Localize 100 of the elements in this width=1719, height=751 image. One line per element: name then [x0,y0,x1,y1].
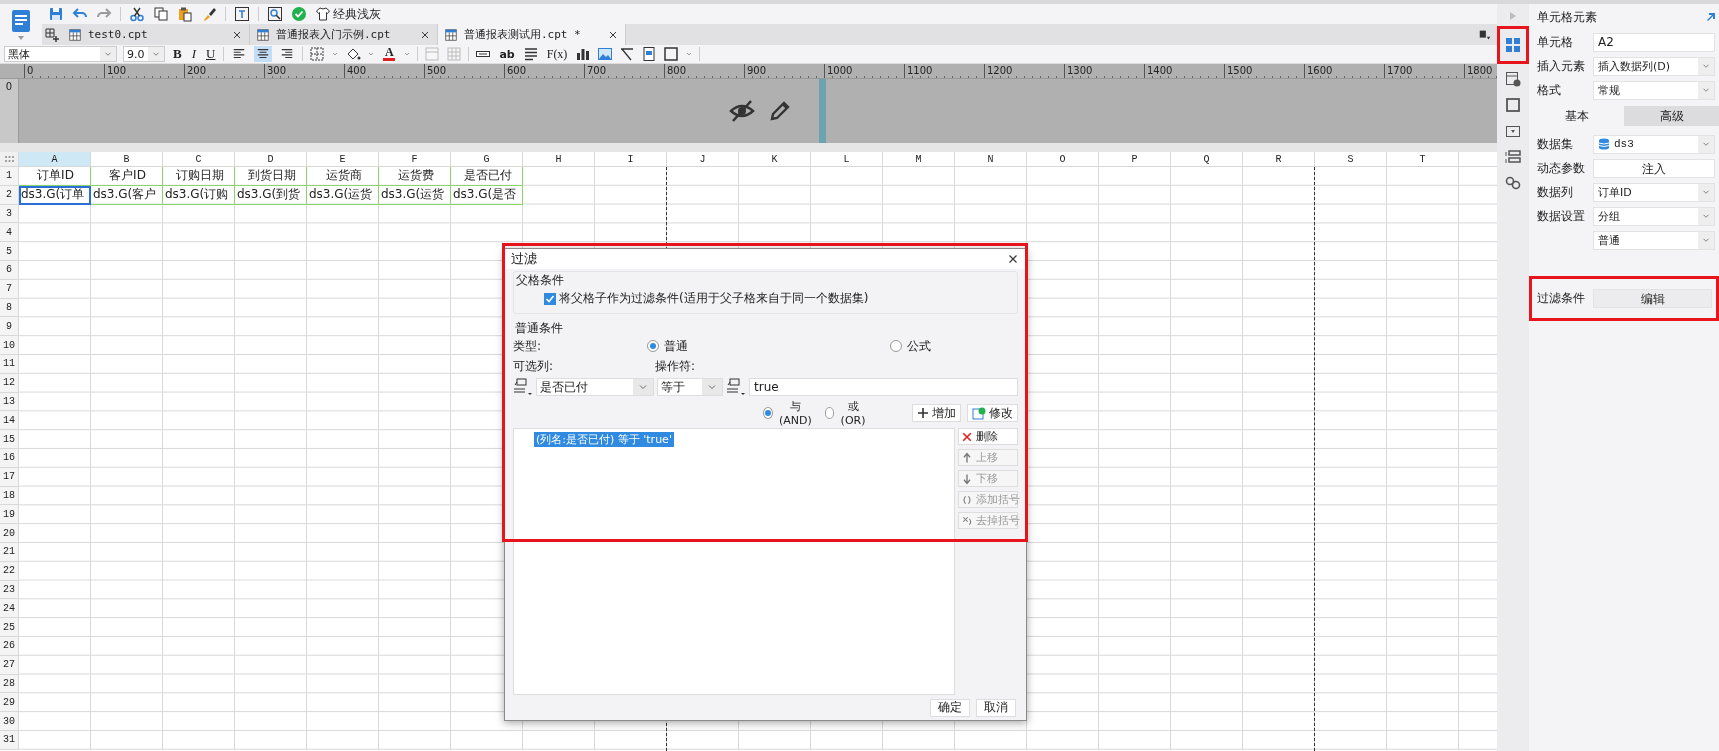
row-header[interactable]: 20 [0,524,19,543]
row-header[interactable]: 9 [0,317,19,337]
table-cell[interactable]: ds3.G(运货 [307,185,379,205]
row-header[interactable]: 5 [0,242,19,261]
table-cell[interactable]: 客户ID [91,167,163,186]
inject-button[interactable]: 注入 [1593,158,1715,178]
brush-button[interactable] [201,6,217,22]
corner-handle[interactable] [0,152,19,167]
cell-border-icon[interactable] [663,46,680,62]
tool-strip-button[interactable] [1502,148,1524,166]
save-button[interactable] [48,6,64,22]
text-button[interactable]: ab [497,46,517,62]
add-button[interactable]: 增加 [912,404,961,423]
font-select[interactable]: 黑体 [4,46,117,62]
row-header[interactable]: 25 [0,618,19,637]
row-header[interactable]: 24 [0,599,19,619]
dropdown[interactable]: 订单ID [1593,182,1715,202]
border-icon[interactable] [309,46,326,62]
cell-field[interactable]: A2 [1593,32,1715,52]
column-select[interactable]: 是否已付 [536,378,654,397]
delete-icon [961,430,973,443]
table-cell[interactable]: ds3.G(订购 [163,185,235,205]
dataset-dropdown[interactable]: ds3 [1593,134,1715,154]
underline-button[interactable]: U [204,46,218,62]
table-cell[interactable]: ds3.G(到货 [235,185,307,205]
field-type-icon[interactable] [726,378,746,397]
chevron-down-icon[interactable] [403,50,412,58]
field-type-icon[interactable] [513,378,533,397]
paint-bucket-icon[interactable] [345,46,362,62]
condition-item[interactable]: (列名:是否已付) 等于 'true' [534,432,674,448]
row-header[interactable]: 4 [0,223,19,243]
dialog-button[interactable]: 确定 [930,698,970,717]
italic-button[interactable]: I [189,46,198,62]
operator-select[interactable]: 等于 [657,378,723,397]
modify-button[interactable]: 修改 [967,404,1018,423]
paragraph-icon[interactable] [522,46,539,62]
bold-button[interactable]: B [171,46,184,62]
split-cells-icon[interactable] [446,46,463,62]
table-cell[interactable]: ds3.G(是否 [451,185,523,205]
table-cell[interactable]: ds3.G(订单 [19,185,91,205]
dropdown-arrow-icon[interactable] [18,36,24,40]
form-icon[interactable] [641,46,658,62]
table-cell[interactable]: ds3.G(客户 [91,185,163,205]
table-cell[interactable]: 到货日期 [235,167,307,186]
dropdown[interactable]: 普通 [1593,230,1715,250]
dropdown[interactable]: 分组 [1593,206,1715,226]
row-header[interactable]: 15 [0,430,19,449]
zoom-preview-button[interactable] [267,6,283,22]
file-tab[interactable]: 普通报表测试用.cpt * [438,24,626,45]
formula-button[interactable]: F(x) [544,46,570,62]
diagonal-line-icon[interactable] [619,46,636,62]
image-icon[interactable] [597,46,614,62]
dialog-button[interactable]: 取消 [976,698,1016,717]
list-action-button[interactable]: 删除 [958,428,1018,446]
table-cell[interactable]: 订购日期 [163,167,235,186]
font-size-select[interactable]: 9.0 [123,46,165,62]
preview-button[interactable] [234,6,250,22]
table-cell[interactable]: 订单ID [19,167,91,186]
dropdown[interactable]: 常规 [1593,80,1715,100]
pencil-icon[interactable] [769,100,791,122]
row-header[interactable]: 1 [0,167,19,186]
column-header[interactable]: A [19,152,91,167]
row-header[interactable]: 29 [0,693,19,713]
resize-handle[interactable] [819,79,826,143]
table-cell[interactable]: 运货费 [379,167,451,186]
value-field[interactable]: true [749,378,1018,397]
check-button[interactable] [291,6,307,22]
row-header[interactable]: 30 [0,712,19,731]
theme-button[interactable]: 经典浅灰 [315,5,381,23]
align-center-button[interactable] [254,46,273,62]
checkbox[interactable] [544,292,556,305]
grid-plus-icon[interactable] [44,26,60,43]
chevron-down-icon[interactable] [331,50,340,58]
chevron-down-icon[interactable] [685,50,694,58]
edit-button[interactable]: 编辑 [1593,289,1712,308]
panel-tab[interactable]: 高级 [1624,106,1719,126]
chevron-down-icon[interactable] [367,50,376,58]
align-right-icon [280,47,295,61]
radio-button[interactable]: 普通 [647,337,890,355]
expand-icon[interactable] [1707,13,1715,21]
table-cell[interactable]: 是否已付 [451,167,523,186]
merge-cells-icon[interactable] [424,46,441,62]
bar-chart-icon[interactable] [575,46,592,62]
row-header[interactable]: 10 [0,336,19,355]
copy-button[interactable] [153,6,169,22]
row-header[interactable]: 14 [0,411,19,431]
table-cell[interactable]: 运货商 [307,167,379,186]
dropdown[interactable]: 插入数据列(D) [1593,56,1715,76]
paste-button[interactable] [177,6,193,22]
row-header[interactable]: 19 [0,505,19,525]
radio-button[interactable]: 公式 [890,337,931,355]
font-color-button[interactable]: A [381,46,398,62]
group-title: 父格条件 [515,272,565,289]
drag-dots-icon[interactable] [4,156,14,162]
cut-button[interactable] [129,6,145,22]
radio-button[interactable]: 或(OR) [824,399,867,428]
app-logo-icon[interactable] [10,9,32,33]
table-cell[interactable]: ds3.G(运货 [379,185,451,205]
eye-slash-icon[interactable] [729,99,755,123]
radio-button[interactable]: 与(AND) [763,399,813,428]
